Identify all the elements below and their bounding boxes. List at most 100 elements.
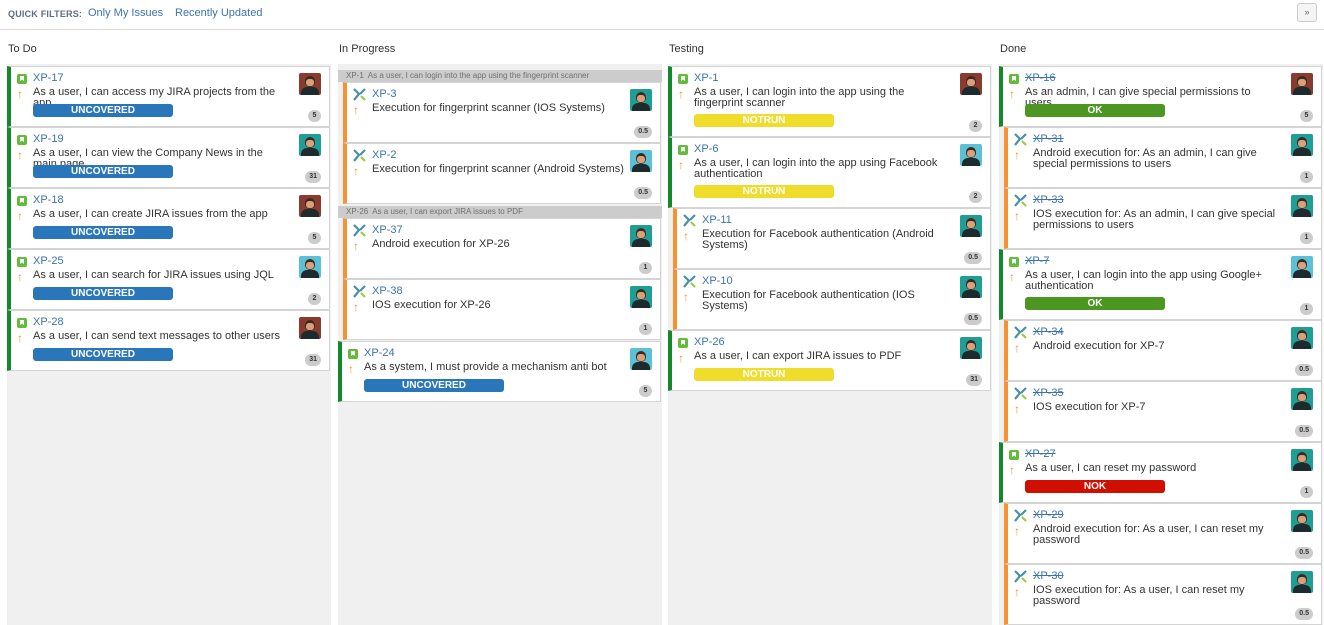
- issue-card[interactable]: XP-24 ↑ As a system, I must provide a mech…: [338, 341, 661, 402]
- column-header-done: Done: [1000, 43, 1027, 55]
- issue-key-link[interactable]: XP-31: [1033, 133, 1064, 145]
- story-icon: [17, 318, 27, 328]
- issue-key-link[interactable]: XP-38: [372, 285, 403, 297]
- issue-card[interactable]: XP-17 ↑ As a user, I can access my JIRA pr…: [7, 66, 330, 127]
- subtask-card[interactable]: XP-37 ↑ Android execution for XP-26 1: [343, 218, 661, 279]
- story-points-badge: 5: [308, 232, 321, 244]
- issue-card[interactable]: XP-18 ↑ As a user, I can create JIRA issue…: [7, 188, 330, 249]
- priority-high-icon: ↑: [683, 290, 689, 304]
- test-status-badge: UNCOVERED: [33, 165, 173, 178]
- issue-summary: Execution for fingerprint scanner (IOS S…: [372, 102, 605, 114]
- priority-high-icon: ↑: [1009, 463, 1015, 477]
- issue-key-link[interactable]: XP-35: [1033, 387, 1064, 399]
- issue-key-link[interactable]: XP-19: [33, 133, 64, 145]
- assignee-avatar[interactable]: [630, 225, 652, 247]
- story-points-badge: 5: [308, 110, 321, 122]
- issue-key-link[interactable]: XP-10: [702, 275, 733, 287]
- issue-card[interactable]: XP-19 ↑ As a user, I can view the Company …: [7, 127, 330, 188]
- assignee-avatar[interactable]: [299, 73, 321, 95]
- issue-key-link[interactable]: XP-1: [694, 72, 718, 84]
- assignee-avatar[interactable]: [630, 150, 652, 172]
- issue-key-link[interactable]: XP-30: [1033, 570, 1064, 582]
- issue-key-link[interactable]: XP-3: [372, 88, 396, 100]
- assignee-avatar[interactable]: [1291, 571, 1313, 593]
- assignee-avatar[interactable]: [960, 73, 982, 95]
- issue-key-link[interactable]: XP-11: [702, 214, 732, 226]
- issue-key-link[interactable]: XP-7: [1025, 255, 1049, 267]
- assignee-avatar[interactable]: [1291, 134, 1313, 156]
- priority-high-icon: ↑: [683, 229, 689, 243]
- issue-key-link[interactable]: XP-28: [33, 316, 64, 328]
- assignee-avatar[interactable]: [960, 276, 982, 298]
- issue-key-link[interactable]: XP-37: [372, 224, 403, 236]
- assignee-avatar[interactable]: [630, 89, 652, 111]
- filter-only-my-issues[interactable]: Only My Issues: [88, 7, 163, 19]
- assignee-avatar[interactable]: [299, 134, 321, 156]
- issue-summary: IOS execution for XP-26: [372, 299, 491, 311]
- test-execution-icon: [353, 285, 366, 298]
- issue-card[interactable]: XP-1 ↑ As a user, I can login into the app…: [668, 66, 991, 137]
- issue-card[interactable]: XP-6 ↑ As a user, I can login into the app…: [668, 137, 991, 208]
- issue-key-link[interactable]: XP-17: [33, 72, 64, 84]
- issue-key-link[interactable]: XP-34: [1033, 326, 1064, 338]
- assignee-avatar[interactable]: [630, 286, 652, 308]
- subtask-card[interactable]: XP-34 ↑ Android execution for XP-7 0.5: [1004, 320, 1322, 381]
- subtask-card[interactable]: XP-10 ↑ Execution for Facebook authenticat…: [673, 269, 991, 330]
- assignee-avatar[interactable]: [1291, 510, 1313, 532]
- issue-key-link[interactable]: XP-16: [1025, 72, 1056, 84]
- assignee-avatar[interactable]: [299, 256, 321, 278]
- issue-key-link[interactable]: XP-18: [33, 194, 64, 206]
- issue-key-link[interactable]: XP-25: [33, 255, 64, 267]
- priority-high-icon: ↑: [17, 209, 23, 223]
- story-icon: [1009, 450, 1019, 460]
- assignee-avatar[interactable]: [1291, 449, 1313, 471]
- issue-summary: Android execution for: As a user, I can …: [1033, 523, 1264, 546]
- issue-summary: As a user, I can send text messages to o…: [33, 330, 281, 342]
- issue-key-link[interactable]: XP-29: [1033, 509, 1064, 521]
- subtask-card[interactable]: XP-11 ↑ Execution for Facebook authenticat…: [673, 208, 991, 269]
- assignee-avatar[interactable]: [960, 215, 982, 237]
- issue-key-link[interactable]: XP-27: [1025, 448, 1056, 460]
- story-points-badge: 1: [639, 262, 652, 274]
- issue-key-link[interactable]: XP-2: [372, 149, 396, 161]
- subtask-card[interactable]: XP-33 ↑ IOS execution for: As an admin, I …: [1004, 188, 1322, 249]
- subtask-card[interactable]: XP-35 ↑ IOS execution for XP-7 0.5: [1004, 381, 1322, 442]
- column-header-todo: To Do: [8, 43, 37, 55]
- expand-filters-button[interactable]: »: [1297, 3, 1317, 22]
- column-header-testing: Testing: [669, 43, 704, 55]
- issue-card[interactable]: XP-26 ↑ As a user, I can export JIRA issue…: [668, 330, 991, 391]
- subtask-card[interactable]: XP-30 ↑ IOS execution for: As a user, I ca…: [1004, 564, 1322, 625]
- issue-summary: Execution for fingerprint scanner (Andro…: [372, 163, 624, 175]
- issue-key-link[interactable]: XP-33: [1033, 194, 1064, 206]
- quick-filters-label: QUICK FILTERS:: [8, 9, 83, 19]
- assignee-avatar[interactable]: [960, 337, 982, 359]
- assignee-avatar[interactable]: [1291, 388, 1313, 410]
- filter-recently-updated[interactable]: Recently Updated: [175, 7, 262, 19]
- subtask-card[interactable]: XP-3 ↑ Execution for fingerprint scanner (…: [343, 82, 661, 143]
- subtask-card[interactable]: XP-38 ↑ IOS execution for XP-26 1: [343, 279, 661, 340]
- assignee-avatar[interactable]: [960, 144, 982, 166]
- issue-key-link[interactable]: XP-26: [694, 336, 725, 348]
- swimlane-header[interactable]: XP-1 As a user, I can login into the app …: [338, 70, 662, 82]
- assignee-avatar[interactable]: [299, 195, 321, 217]
- story-icon: [678, 338, 688, 348]
- subtask-card[interactable]: XP-2 ↑ Execution for fingerprint scanner (…: [343, 143, 661, 204]
- issue-card[interactable]: XP-16 ↑ As an admin, I can give special pe…: [999, 66, 1322, 127]
- issue-key-link[interactable]: XP-24: [364, 347, 395, 359]
- issue-card[interactable]: XP-28 ↑ As a user, I can send text message…: [7, 310, 330, 371]
- assignee-avatar[interactable]: [1291, 327, 1313, 349]
- assignee-avatar[interactable]: [299, 317, 321, 339]
- assignee-avatar[interactable]: [1291, 73, 1313, 95]
- assignee-avatar[interactable]: [1291, 195, 1313, 217]
- issue-card[interactable]: XP-27 ↑ As a user, I can reset my password…: [999, 442, 1322, 503]
- issue-key-link[interactable]: XP-6: [694, 143, 718, 155]
- assignee-avatar[interactable]: [630, 348, 652, 370]
- assignee-avatar[interactable]: [1291, 256, 1313, 278]
- test-execution-icon: [683, 275, 696, 288]
- swimlane-header[interactable]: XP-26 As a user, I can export JIRA issues…: [338, 206, 662, 218]
- issue-card[interactable]: XP-7 ↑ As a user, I can login into the app…: [999, 249, 1322, 320]
- issue-summary: Execution for Facebook authentication (A…: [702, 228, 934, 251]
- issue-card[interactable]: XP-25 ↑ As a user, I can search for JIRA i…: [7, 249, 330, 310]
- subtask-card[interactable]: XP-31 ↑ Android execution for: As an admin…: [1004, 127, 1322, 188]
- subtask-card[interactable]: XP-29 ↑ Android execution for: As a user, …: [1004, 503, 1322, 564]
